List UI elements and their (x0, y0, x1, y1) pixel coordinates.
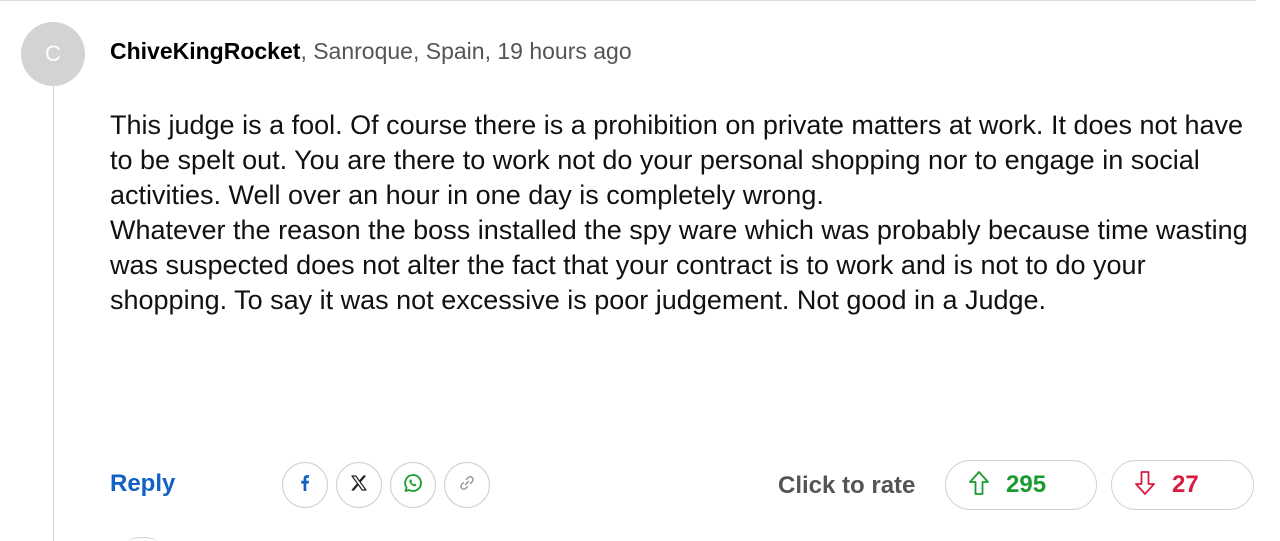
facebook-icon (295, 473, 315, 498)
comment-meta: ChiveKingRocket, Sanroque, Spain, 19 hou… (110, 38, 632, 65)
comment-paragraph-1: This judge is a fool. Of course there is… (110, 110, 1244, 210)
comment-body: This judge is a fool. Of course there is… (110, 108, 1250, 318)
share-facebook-button[interactable] (282, 462, 328, 508)
share-whatsapp-button[interactable] (390, 462, 436, 508)
downvote-button[interactable]: 27 (1111, 460, 1254, 510)
share-x-button[interactable] (336, 462, 382, 508)
upvote-button[interactable]: 295 (945, 460, 1097, 510)
downvote-count: 27 (1172, 471, 1199, 498)
arrow-down-icon (1134, 470, 1156, 501)
rate-label: Click to rate (778, 472, 916, 499)
share-buttons (282, 462, 490, 508)
comment-paragraph-2: Whatever the reason the boss installed t… (110, 215, 1248, 315)
avatar[interactable]: C (21, 22, 85, 86)
thread-line (53, 86, 54, 541)
link-icon (457, 473, 477, 498)
comment-page: C ChiveKingRocket, Sanroque, Spain, 19 h… (0, 0, 1280, 541)
share-link-button[interactable] (444, 462, 490, 508)
top-divider (0, 0, 1256, 1)
whatsapp-icon (402, 472, 424, 499)
location-time: , Sanroque, Spain, 19 hours ago (300, 38, 632, 64)
next-avatar-stub (128, 537, 158, 541)
reply-button[interactable]: Reply (110, 470, 175, 498)
username[interactable]: ChiveKingRocket (110, 38, 300, 64)
arrow-up-icon (968, 470, 990, 501)
x-icon (350, 474, 368, 497)
upvote-count: 295 (1006, 471, 1047, 498)
avatar-initial: C (45, 41, 61, 66)
